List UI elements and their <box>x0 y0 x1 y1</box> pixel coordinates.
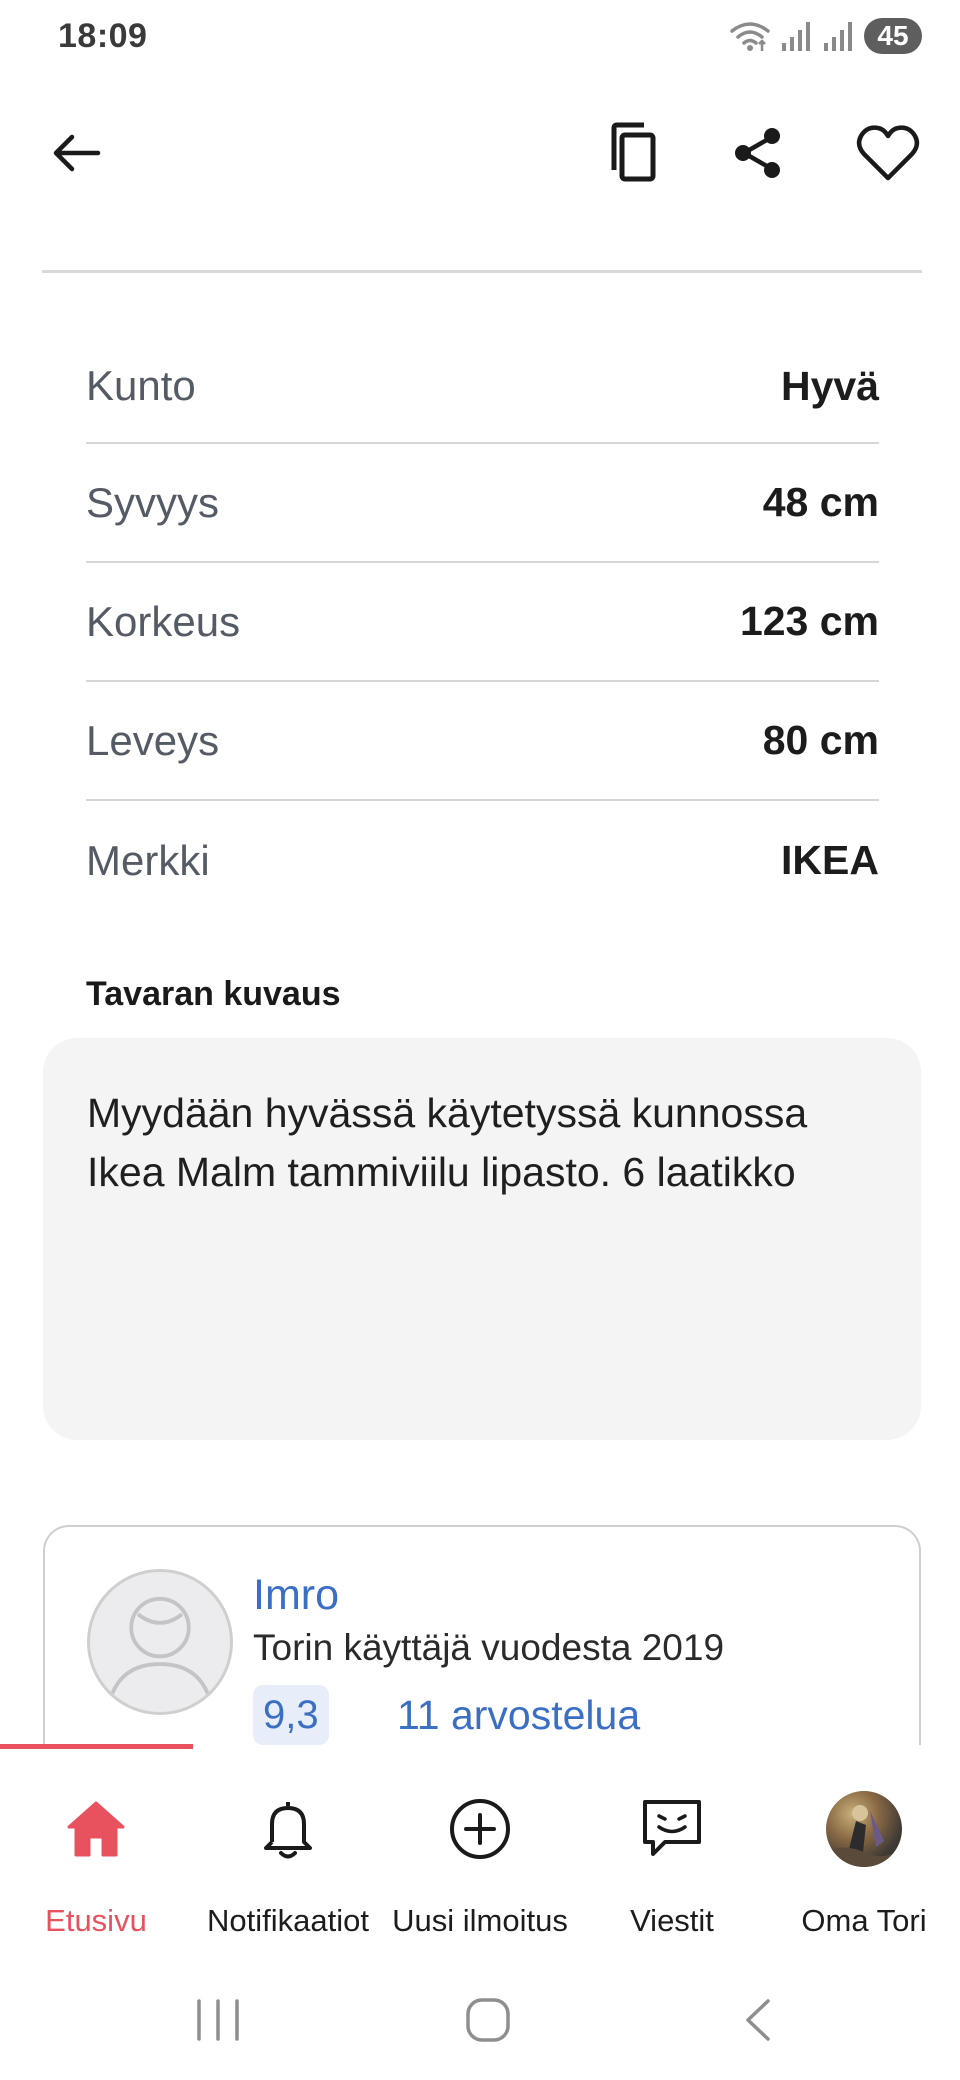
seller-card[interactable]: Imro Torin käyttäjä vuodesta 2019 9,3 11… <box>43 1525 921 1745</box>
nav-label: Oma Tori <box>801 1903 927 1938</box>
share-button[interactable] <box>718 113 798 193</box>
bell-icon <box>248 1789 328 1869</box>
home-icon <box>56 1789 136 1869</box>
wifi-icon <box>728 19 772 53</box>
nav-label: Notifikaatiot <box>207 1903 369 1938</box>
status-bar: 18:09 45 <box>0 0 960 72</box>
seller-avatar[interactable] <box>87 1569 233 1715</box>
system-back-button[interactable] <box>718 1980 798 2060</box>
nav-label: Uusi ilmoitus <box>392 1903 568 1938</box>
signal-icon <box>780 19 814 53</box>
favorite-button[interactable] <box>848 113 928 193</box>
detail-row-width: Leveys 80 cm <box>86 682 879 801</box>
status-icons: 45 <box>728 18 922 54</box>
chevron-left-icon <box>746 1999 770 2041</box>
seller-name[interactable]: Imro <box>253 1571 339 1620</box>
detail-row-depth: Syvyys 48 cm <box>86 444 879 563</box>
recents-button[interactable] <box>178 1980 258 2060</box>
home-square-icon <box>466 1998 510 2042</box>
nav-item-new-listing[interactable]: Uusi ilmoitus <box>384 1749 576 1944</box>
reviews-link[interactable]: 11 arvostelua <box>397 1692 640 1739</box>
copy-button[interactable] <box>592 113 672 193</box>
detail-label: Merkki <box>86 836 210 884</box>
detail-label: Kunto <box>86 362 196 409</box>
detail-row-height: Korkeus 123 cm <box>86 563 879 682</box>
rating-badge: 9,3 <box>253 1685 329 1745</box>
description-line: Ikea Malm tammiviilu lipasto. 6 laatikko <box>87 1149 796 1195</box>
signal-icon <box>822 19 856 53</box>
description-title: Tavaran kuvaus <box>86 975 341 1013</box>
plus-circle-icon <box>440 1789 520 1869</box>
share-icon <box>735 128 780 178</box>
default-avatar-icon <box>109 1596 211 1698</box>
system-nav-bar <box>0 1960 960 2080</box>
heart-icon <box>856 125 920 181</box>
detail-value: 80 cm <box>762 717 879 763</box>
home-button[interactable] <box>448 1980 528 2060</box>
nav-item-home[interactable]: Etusivu <box>0 1749 192 1944</box>
detail-label: Syvyys <box>86 478 220 526</box>
profile-avatar-wrap <box>824 1789 904 1869</box>
recents-icon <box>197 1999 239 2041</box>
description-box: Myydään hyvässä käytetyssä kunnossa Ikea… <box>43 1038 921 1440</box>
divider <box>42 270 922 273</box>
screen: 18:09 45 Kunto Hyvä Syvyys 48 cm Korkeus… <box>0 0 960 2080</box>
bottom-nav: Etusivu Notifikaatiot Uusi ilmoitus Vies… <box>0 1749 960 1944</box>
seller-member-since: Torin käyttäjä vuodesta 2019 <box>253 1627 725 1668</box>
nav-label: Etusivu <box>45 1903 147 1938</box>
detail-row-condition: Kunto Hyvä <box>86 330 879 444</box>
nav-item-notifications[interactable]: Notifikaatiot <box>192 1749 384 1944</box>
details-table: Kunto Hyvä Syvyys 48 cm Korkeus 123 cm L… <box>86 330 879 920</box>
description-line: Myydään hyvässä käytetyssä kunnossa <box>87 1090 808 1136</box>
detail-value: 123 cm <box>739 598 879 644</box>
copy-icon <box>611 122 656 182</box>
detail-value: IKEA <box>781 837 879 883</box>
nav-item-my-tori[interactable]: Oma Tori <box>768 1749 960 1944</box>
app-bar <box>0 100 960 210</box>
profile-avatar <box>826 1791 902 1867</box>
detail-value: 48 cm <box>762 479 879 525</box>
back-arrow-icon <box>53 134 101 172</box>
detail-value: Hyvä <box>780 362 879 409</box>
nav-item-messages[interactable]: Viestit <box>576 1749 768 1944</box>
nav-label: Viestit <box>630 1903 714 1938</box>
detail-label: Leveys <box>86 716 220 764</box>
battery-icon: 45 <box>864 18 922 54</box>
back-button[interactable] <box>36 113 116 193</box>
detail-label: Korkeus <box>86 597 241 645</box>
detail-row-brand: Merkki IKEA <box>86 801 879 920</box>
chat-icon <box>632 1789 712 1869</box>
status-time: 18:09 <box>58 16 148 55</box>
